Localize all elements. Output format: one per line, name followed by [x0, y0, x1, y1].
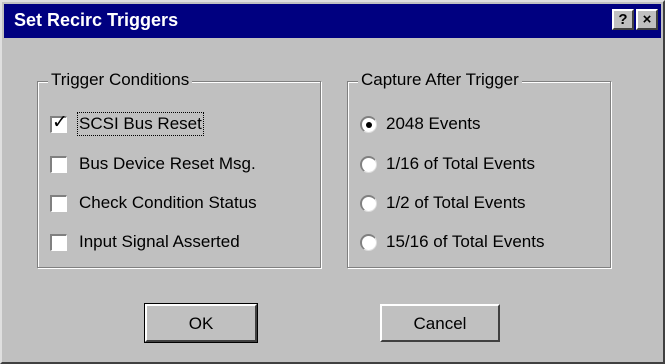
radio-label: 1/2 of Total Events	[386, 193, 526, 212]
radio-button[interactable]	[360, 115, 377, 133]
checkbox-scsi-bus-reset[interactable]: ✓ SCSI Bus Reset	[50, 111, 204, 136]
radio-1-16-total-events[interactable]: 1/16 of Total Events	[360, 154, 535, 174]
ok-button-label: OK	[188, 314, 214, 333]
radio-button[interactable]	[360, 155, 377, 173]
checkbox-label: SCSI Bus Reset	[77, 112, 204, 136]
radio-label: 1/16 of Total Events	[386, 154, 536, 173]
checkbox-label: Bus Device Reset Msg.	[79, 154, 256, 173]
checkbox-bus-device-reset-msg[interactable]: Bus Device Reset Msg.	[50, 154, 256, 174]
checkbox-label: Check Condition Status	[79, 193, 257, 212]
radio-2048-events[interactable]: 2048 Events	[360, 114, 481, 134]
dialog-window: Set Recirc Triggers ? × Trigger Conditio…	[0, 0, 665, 364]
ok-button[interactable]: OK	[144, 303, 258, 343]
checkbox-box[interactable]	[50, 194, 67, 212]
cancel-button[interactable]: Cancel	[380, 304, 500, 342]
radio-button[interactable]	[360, 233, 377, 251]
close-button[interactable]: ×	[636, 9, 658, 30]
radio-15-16-total-events[interactable]: 15/16 of Total Events	[360, 232, 544, 252]
trigger-conditions-group: Trigger Conditions ✓ SCSI Bus Reset Bus …	[37, 70, 321, 268]
trigger-conditions-legend: Trigger Conditions	[48, 70, 193, 90]
dialog-title: Set Recirc Triggers	[14, 10, 179, 30]
radio-label: 15/16 of Total Events	[386, 232, 545, 251]
checkbox-box[interactable]	[50, 233, 67, 251]
radio-label: 2048 Events	[386, 114, 481, 133]
help-button[interactable]: ?	[612, 9, 634, 30]
checkbox-box[interactable]	[50, 155, 67, 173]
checkmark-icon: ✓	[52, 111, 68, 133]
help-icon: ?	[618, 11, 628, 28]
radio-1-2-total-events[interactable]: 1/2 of Total Events	[360, 193, 526, 213]
radio-button[interactable]	[360, 194, 377, 212]
capture-after-trigger-legend: Capture After Trigger	[358, 70, 522, 90]
checkbox-box[interactable]: ✓	[50, 111, 68, 133]
close-icon: ×	[642, 11, 652, 28]
cancel-button-label: Cancel	[413, 314, 467, 333]
radio-selected-dot	[366, 121, 372, 128]
checkbox-input-signal-asserted[interactable]: Input Signal Asserted	[50, 232, 240, 252]
checkbox-label: Input Signal Asserted	[79, 232, 240, 251]
title-bar[interactable]: Set Recirc Triggers ? ×	[4, 4, 661, 38]
checkbox-check-condition-status[interactable]: Check Condition Status	[50, 193, 257, 213]
capture-after-trigger-group: Capture After Trigger 2048 Events 1/16 o…	[347, 70, 611, 268]
